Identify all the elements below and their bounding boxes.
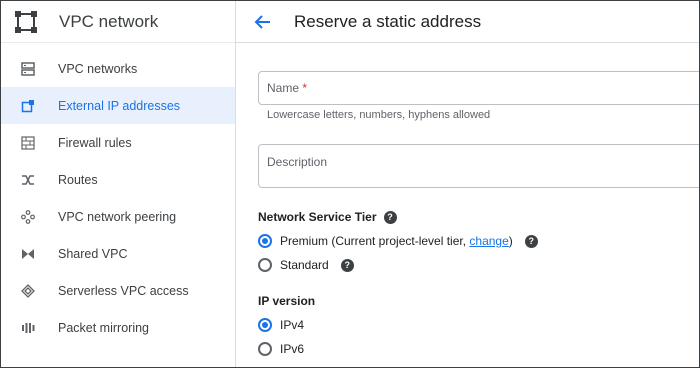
sidebar-item-label: VPC network peering (58, 209, 177, 224)
description-field-label: Description (267, 155, 328, 169)
sidebar-item-packet-mirroring[interactable]: Packet mirroring (1, 309, 235, 346)
sidebar-item-serverless-vpc-access[interactable]: Serverless VPC access (1, 272, 235, 309)
sidebar-item-external-ip-addresses[interactable]: External IP addresses (1, 87, 235, 124)
back-arrow-icon[interactable] (253, 12, 273, 32)
serverless-icon (20, 283, 36, 299)
peering-icon (20, 209, 36, 225)
main-content: Reserve a static address Name * Lowercas… (236, 1, 699, 367)
sidebar: VPC network VPC networks External IP add… (1, 1, 236, 367)
sidebar-title: VPC network (59, 11, 159, 31)
sidebar-item-label: Packet mirroring (58, 320, 149, 335)
sidebar-item-label: Firewall rules (58, 135, 132, 150)
page-title: Reserve a static address (294, 11, 482, 31)
name-field-label: Name * (267, 81, 308, 95)
change-tier-link[interactable]: change (469, 234, 508, 248)
help-icon[interactable]: ? (383, 210, 397, 224)
page-header: Reserve a static address (236, 1, 699, 43)
network-service-tier-label: Network Service Tier ? (258, 210, 397, 224)
name-hint: Lowercase letters, numbers, hyphens allo… (267, 109, 491, 121)
ip-version-label: IP version (258, 294, 316, 308)
help-icon[interactable]: ? (340, 258, 354, 272)
ipv6-option: IPv6 (258, 342, 304, 356)
sidebar-nav: VPC networks External IP addresses Firew… (1, 50, 235, 346)
sidebar-item-vpc-networks[interactable]: VPC networks (1, 50, 235, 87)
vpc-networks-icon (20, 61, 36, 77)
standard-option: Standard ? (258, 258, 354, 272)
packet-mirroring-icon (20, 320, 36, 336)
sidebar-item-label: Serverless VPC access (58, 283, 189, 298)
ipv6-label: IPv6 (280, 342, 305, 356)
ipv4-option: IPv4 (258, 318, 304, 332)
help-icon[interactable]: ? (524, 234, 538, 248)
sidebar-item-label: VPC networks (58, 61, 138, 76)
ipv6-radio[interactable] (258, 342, 272, 356)
sidebar-item-firewall-rules[interactable]: Firewall rules (1, 124, 235, 161)
shared-vpc-icon (20, 246, 36, 262)
firewall-icon (20, 135, 36, 151)
sidebar-header: VPC network (1, 1, 235, 43)
routes-icon (20, 172, 36, 188)
app-window: VPC network VPC networks External IP add… (0, 0, 700, 368)
sidebar-item-shared-vpc[interactable]: Shared VPC (1, 235, 235, 272)
external-ip-icon (20, 98, 36, 114)
sidebar-item-routes[interactable]: Routes (1, 161, 235, 198)
premium-radio[interactable] (258, 234, 272, 248)
standard-label: Standard (280, 258, 329, 272)
name-field[interactable]: Name * (258, 71, 699, 105)
sidebar-item-label: Routes (58, 172, 98, 187)
premium-label: Premium (Current project-level tier, cha… (280, 234, 513, 248)
sidebar-item-label: External IP addresses (58, 98, 181, 113)
sidebar-item-label: Shared VPC (58, 246, 128, 261)
ipv4-label: IPv4 (280, 318, 305, 332)
standard-radio[interactable] (258, 258, 272, 272)
premium-option: Premium (Current project-level tier, cha… (258, 234, 538, 248)
sidebar-item-vpc-network-peering[interactable]: VPC network peering (1, 198, 235, 235)
ipv4-radio[interactable] (258, 318, 272, 332)
description-field[interactable]: Description (258, 144, 699, 188)
vpc-network-logo-icon (15, 10, 37, 33)
required-asterisk: * (302, 81, 308, 95)
